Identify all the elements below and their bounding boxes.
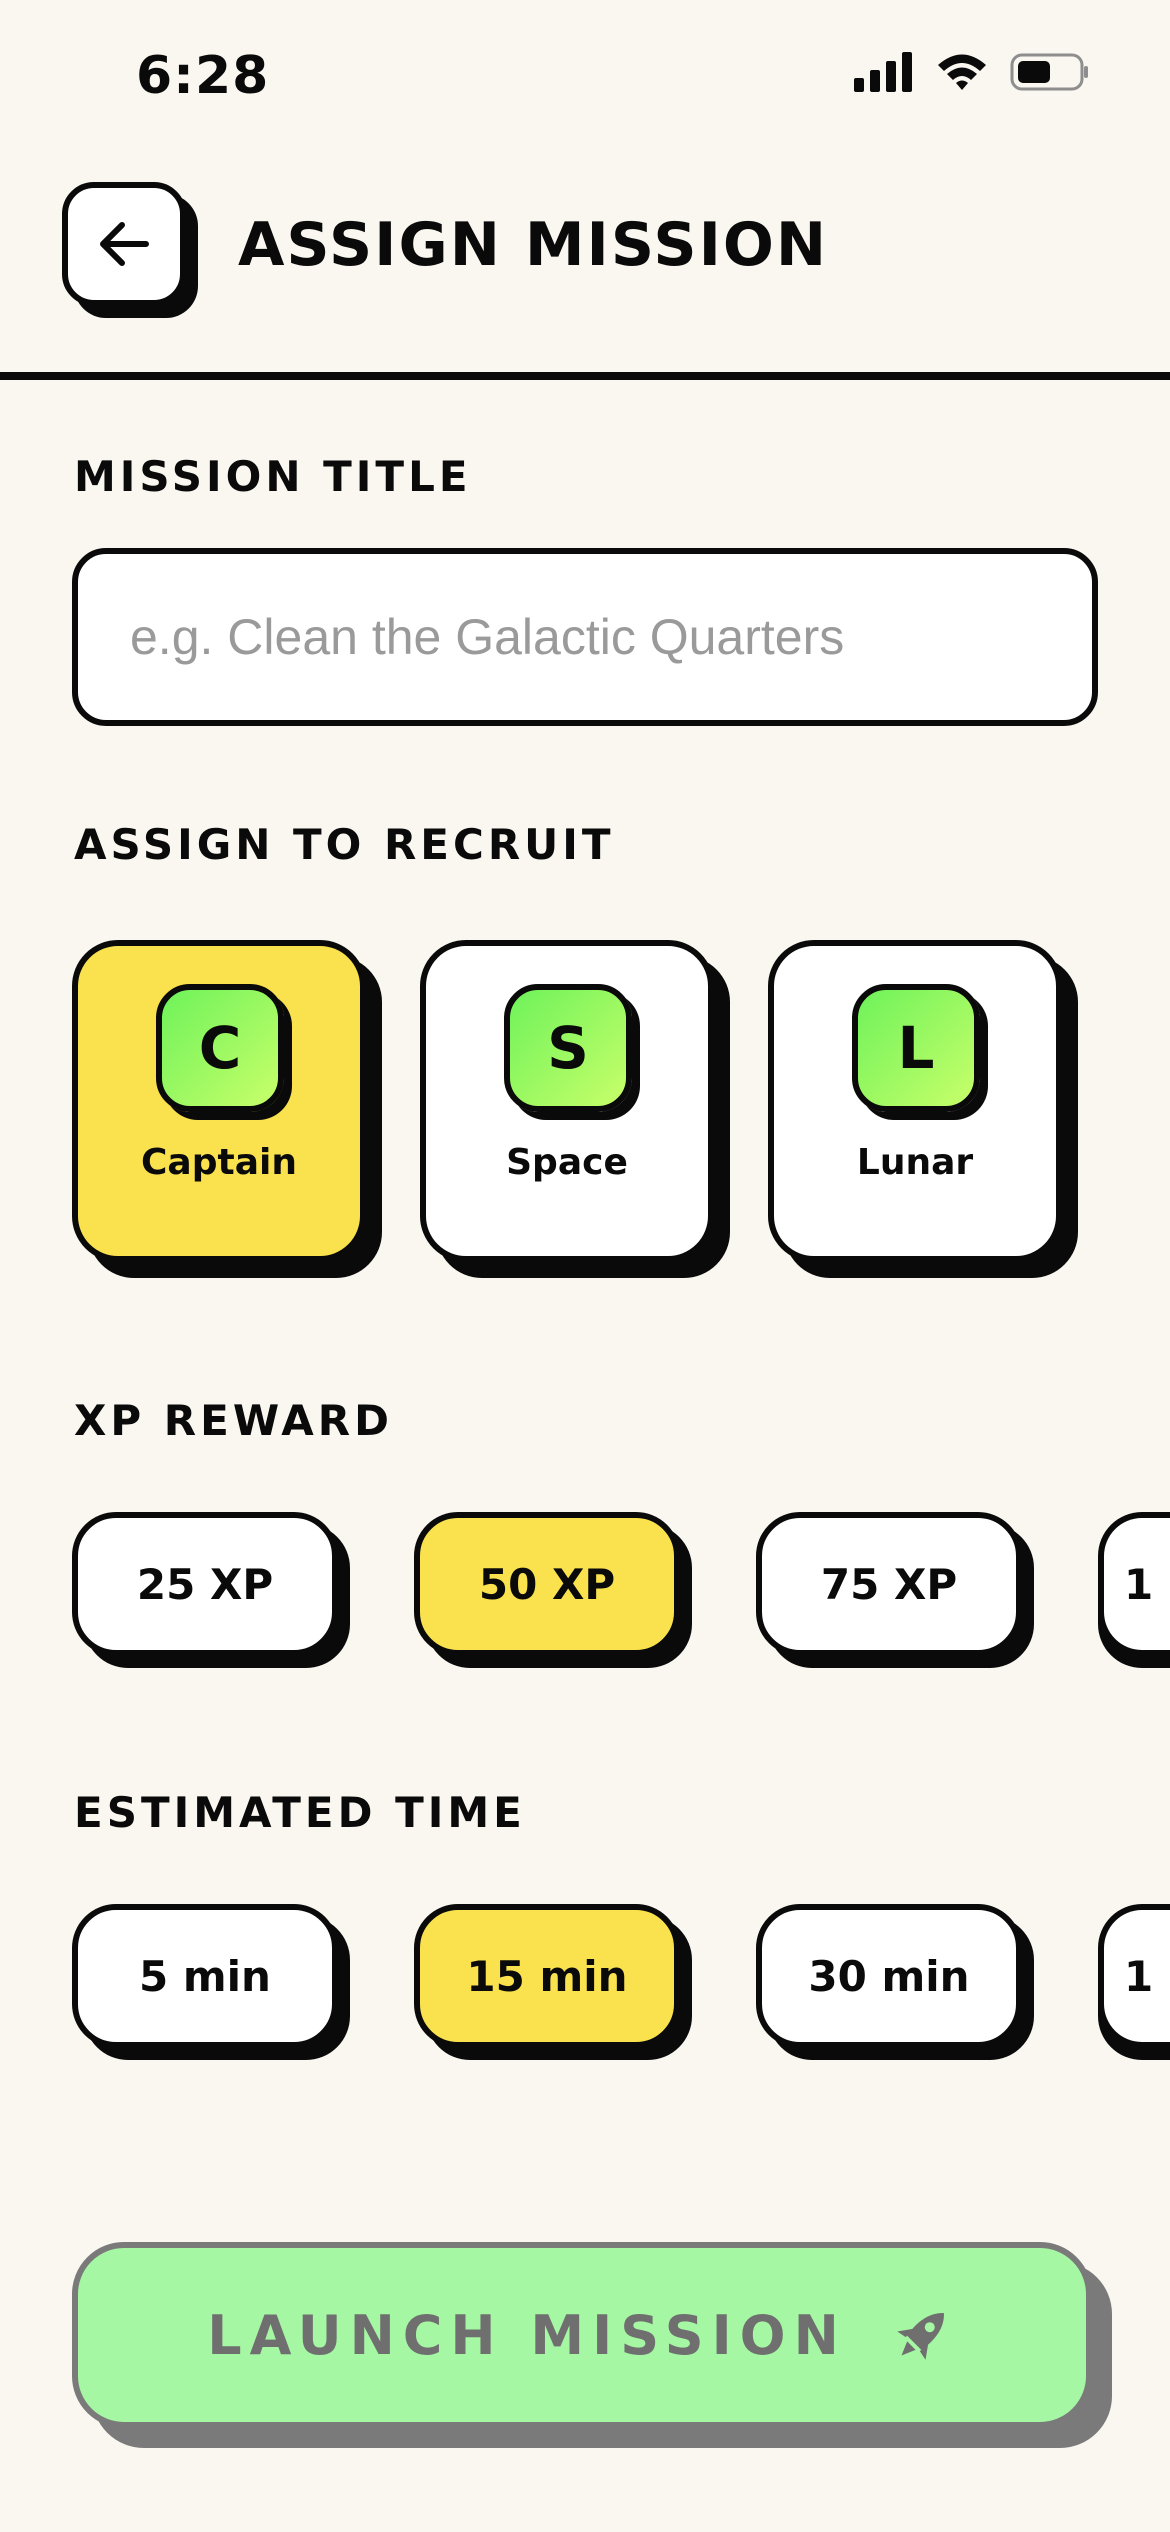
- recruit-card-lunar[interactable]: L Lunar: [768, 940, 1062, 1262]
- time-option-more[interactable]: 1: [1098, 1904, 1170, 2048]
- rocket-icon: [897, 2313, 944, 2360]
- time-option-30[interactable]: 30 min: [756, 1904, 1022, 2048]
- avatar: C: [156, 984, 284, 1112]
- xp-option-50[interactable]: 50 XP: [414, 1512, 680, 1656]
- time-option-15[interactable]: 15 min: [414, 1904, 680, 2048]
- battery-icon: [1010, 53, 1088, 91]
- arrow-left-icon: [100, 222, 149, 266]
- wifi-icon: [938, 54, 986, 90]
- cellular-signal-icon: [854, 52, 912, 92]
- status-icons: [854, 52, 1090, 92]
- xp-option-25[interactable]: 25 XP: [72, 1512, 338, 1656]
- recruit-name: Lunar: [856, 1142, 974, 1183]
- mission-title-label: MISSION TITLE: [74, 452, 472, 501]
- back-button[interactable]: [62, 182, 186, 306]
- estimated-time-label: ESTIMATED TIME: [74, 1788, 526, 1837]
- header: ASSIGN MISSION: [0, 150, 1170, 380]
- xp-option-more[interactable]: 1: [1098, 1512, 1170, 1656]
- recruit-name: Space: [506, 1142, 628, 1183]
- launch-mission-label: LAUNCH MISSION: [207, 2303, 847, 2367]
- page-title: ASSIGN MISSION: [238, 210, 829, 280]
- status-bar: 6:28: [0, 0, 1170, 150]
- assign-mission-screen: 6:28 ASSIGN MISSION MISSION TITLE e.g. C…: [0, 0, 1170, 2532]
- assign-recruit-label: ASSIGN TO RECRUIT: [74, 820, 615, 869]
- status-time: 6:28: [136, 46, 270, 106]
- avatar: S: [504, 984, 632, 1112]
- mission-title-input[interactable]: [72, 548, 1098, 726]
- recruit-card-captain[interactable]: C Captain: [72, 940, 366, 1262]
- launch-mission-button[interactable]: LAUNCH MISSION: [72, 2242, 1092, 2428]
- xp-reward-label: XP REWARD: [74, 1396, 393, 1445]
- time-option-5[interactable]: 5 min: [72, 1904, 338, 2048]
- recruit-name: Captain: [141, 1142, 297, 1183]
- recruit-card-space[interactable]: S Space: [420, 940, 714, 1262]
- avatar: L: [852, 984, 980, 1112]
- xp-option-75[interactable]: 75 XP: [756, 1512, 1022, 1656]
